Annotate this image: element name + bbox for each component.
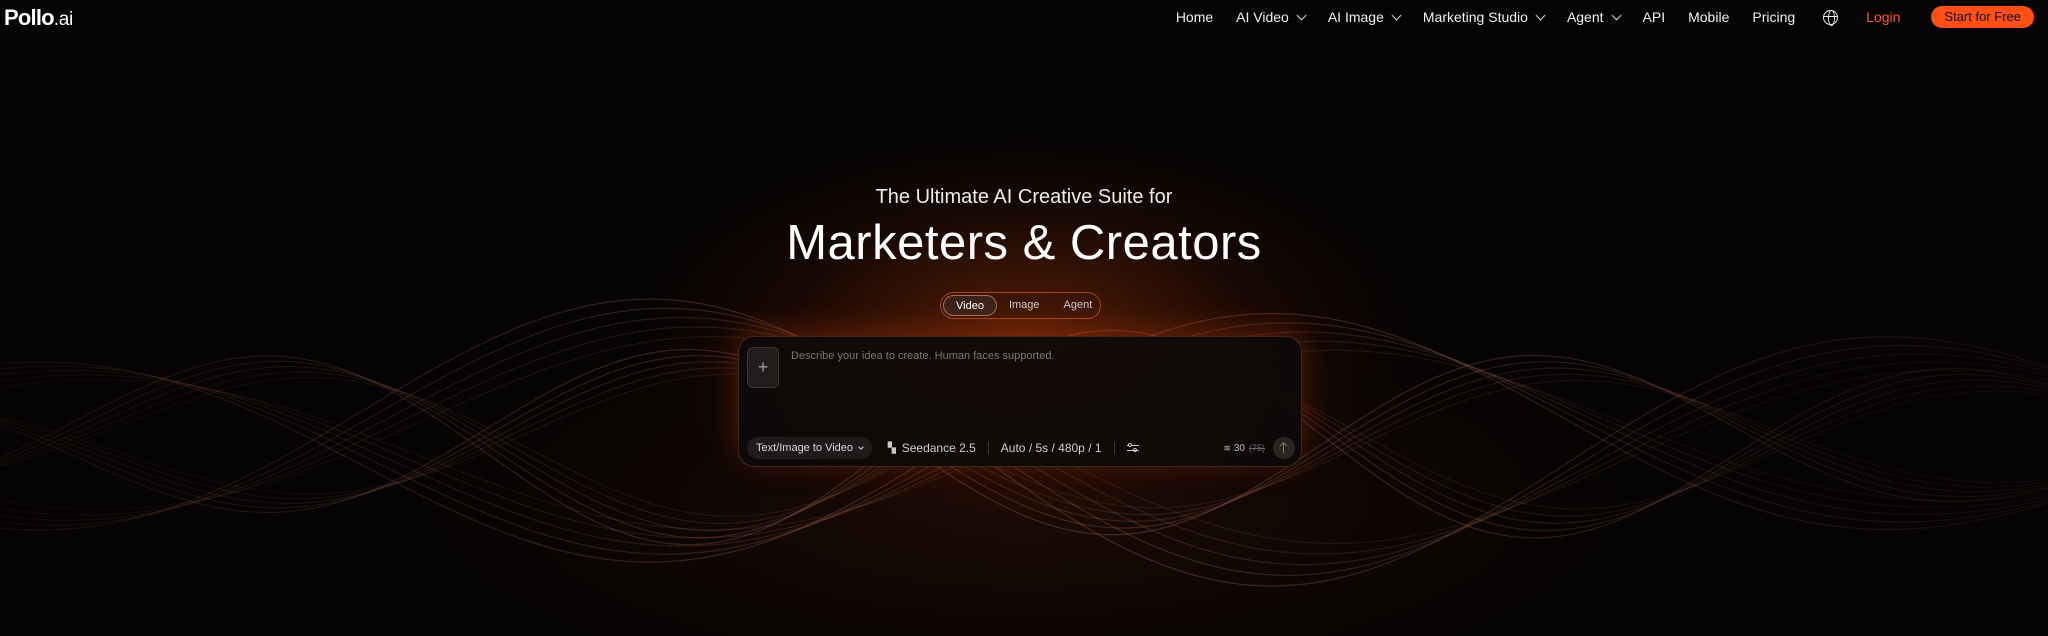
nav-item-agent[interactable]: Agent — [1567, 9, 1621, 25]
nav-item-pricing[interactable]: Pricing — [1752, 9, 1795, 25]
credits-icon: ≋ — [1223, 442, 1231, 453]
chevron-down-icon — [1391, 10, 1402, 20]
nav-item-mobile[interactable]: Mobile — [1688, 9, 1729, 25]
prompt-box: + Text/Image to Video ▚ Seedance 2.5 Aut… — [738, 336, 1302, 467]
video-settings-select[interactable]: Auto / 5s / 480p / 1 — [1001, 441, 1102, 455]
prompt-toolbar: Text/Image to Video ▚ Seedance 2.5 Auto … — [747, 437, 1295, 459]
divider — [987, 442, 989, 454]
chevron-down-icon — [858, 443, 864, 450]
tab-image[interactable]: Image — [997, 295, 1052, 316]
generation-mode-label: Text/Image to Video — [756, 442, 854, 454]
globe-icon[interactable] — [1823, 9, 1839, 26]
hero-title: Marketers & Creators — [786, 216, 1262, 270]
plus-icon[interactable]: + — [747, 347, 779, 388]
credits-cost: ≋ 30 (75) — [1223, 443, 1265, 454]
model-label: Seedance 2.5 — [901, 441, 976, 455]
pollo-logo[interactable]: Pollo.ai — [4, 5, 73, 31]
prompt-input[interactable] — [791, 346, 1281, 366]
login-link[interactable]: Login — [1866, 9, 1900, 25]
nav-item-ai-video[interactable]: AI Video — [1236, 9, 1307, 25]
hero-subtitle: The Ultimate AI Creative Suite for — [875, 186, 1173, 208]
chevron-down-icon — [1296, 10, 1307, 20]
credits-original-value: (75) — [1248, 443, 1265, 453]
nav-item-ai-image[interactable]: AI Image — [1328, 9, 1402, 25]
generation-mode-select[interactable]: Text/Image to Video — [747, 437, 873, 459]
video-settings-label: Auto / 5s / 480p / 1 — [1000, 441, 1102, 455]
arrow-up-icon[interactable] — [1273, 437, 1295, 459]
nav-item-api[interactable]: API — [1643, 9, 1666, 25]
divider — [1113, 442, 1115, 454]
model-icon: ▚ — [888, 442, 896, 454]
sliders-icon[interactable] — [1126, 443, 1139, 453]
chevron-down-icon — [1611, 10, 1621, 20]
model-select[interactable]: ▚ Seedance 2.5 — [888, 441, 976, 455]
credits-value: 30 — [1233, 442, 1245, 454]
chevron-down-icon — [1535, 10, 1546, 20]
tab-video[interactable]: Video — [943, 295, 997, 316]
main-nav: Home AI Video AI Image Marketing Studio … — [1153, 6, 2034, 28]
start-for-free-button[interactable]: Start for Free — [1931, 6, 2034, 28]
top-navbar: Pollo.ai Home AI Video AI Image Marketin… — [0, 0, 2048, 34]
mode-tabs: Video Image Agent — [940, 292, 1101, 319]
nav-item-marketing-studio[interactable]: Marketing Studio — [1423, 9, 1546, 25]
nav-item-home[interactable]: Home — [1176, 9, 1213, 25]
tab-agent[interactable]: Agent — [1052, 295, 1105, 316]
